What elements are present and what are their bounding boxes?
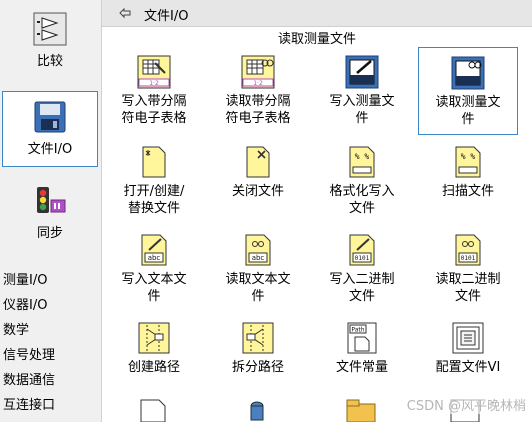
item-label-line: 符电子表格 bbox=[121, 111, 187, 126]
read-measurement-item[interactable]: 读取测量文 件 bbox=[418, 47, 518, 135]
category-comparison[interactable]: 比较 bbox=[2, 8, 98, 76]
item-label-line: 件 bbox=[355, 111, 369, 126]
close-file-icon bbox=[241, 145, 275, 179]
config-file-vis-item[interactable]: 配置文件VI bbox=[418, 318, 518, 378]
scan-file-icon: % % bbox=[451, 145, 485, 179]
icon-text: 0101 bbox=[355, 255, 370, 262]
write-spreadsheet-icon: 1·2 bbox=[137, 55, 171, 89]
category-file-io[interactable]: 文件I/O bbox=[2, 91, 98, 167]
item-label-line: 件 bbox=[251, 289, 265, 304]
item-label-line: 写入带分隔 bbox=[121, 94, 187, 109]
file-io-icon bbox=[33, 100, 67, 134]
build-path-icon bbox=[137, 321, 171, 355]
write-text-icon: abc bbox=[137, 233, 171, 267]
format-file-icon: % % bbox=[345, 145, 379, 179]
read-measurement-icon bbox=[451, 56, 485, 90]
category-label: 文件I/O bbox=[27, 142, 73, 157]
more-icon-1[interactable] bbox=[136, 398, 170, 423]
item-label-line: 件 bbox=[461, 112, 475, 127]
open-file-icon bbox=[137, 145, 171, 179]
item-label-line: 配置文件VI bbox=[435, 360, 501, 375]
icon-text: 1·2 bbox=[253, 80, 263, 87]
open-create-replace-item[interactable]: 打开/创建/ 替换文件 bbox=[104, 142, 204, 226]
list-item-interconnect[interactable]: 互连接口 bbox=[0, 393, 101, 418]
item-label-line: 读取测量文 bbox=[435, 95, 501, 110]
item-label-line: 符电子表格 bbox=[225, 111, 291, 126]
sync-icon bbox=[33, 184, 67, 218]
item-label-line: 拆分路径 bbox=[231, 360, 284, 375]
config-file-icon bbox=[451, 321, 485, 355]
read-spreadsheet-icon: 1·2 bbox=[241, 55, 275, 89]
list-item-math[interactable]: 数学 bbox=[0, 318, 101, 343]
comparison-icon bbox=[33, 12, 67, 46]
list-item-instrument-io[interactable]: 仪器I/O bbox=[0, 293, 101, 318]
strip-path-icon bbox=[241, 321, 275, 355]
file-constants-icon: Path bbox=[345, 321, 379, 355]
item-label-line: 写入文本文 bbox=[121, 272, 187, 287]
file-constants-item[interactable]: Path 文件常量 bbox=[312, 318, 412, 378]
pin-icon[interactable] bbox=[118, 6, 132, 20]
write-measurement-item[interactable]: 写入测量文 件 bbox=[312, 52, 412, 136]
icon-text: abc bbox=[252, 254, 265, 262]
item-label-line: 关闭文件 bbox=[231, 184, 284, 199]
icon-text: % % bbox=[355, 152, 370, 161]
item-label-line: 替换文件 bbox=[127, 201, 180, 216]
item-label-line: 文件常量 bbox=[335, 360, 388, 375]
item-label-line: 扫描文件 bbox=[441, 184, 494, 199]
read-text-icon: abc bbox=[241, 233, 275, 267]
category-panel: 比较 文件I/O 同步 测量I/O 仪器I/O 数学 信号处理 数据通信 互连接… bbox=[0, 0, 102, 422]
write-spreadsheet-item[interactable]: 1·2 写入带分隔 符电子表格 bbox=[104, 52, 204, 136]
format-into-file-item[interactable]: % % 格式化写入 文件 bbox=[312, 142, 412, 226]
write-binary-file-item[interactable]: 0101 写入二进制 文件 bbox=[312, 230, 412, 314]
icon-text: Path bbox=[351, 327, 364, 334]
write-text-file-item[interactable]: abc 写入文本文 件 bbox=[104, 230, 204, 314]
item-label-line: 读取带分隔 bbox=[225, 94, 291, 109]
palette-titlebar: 文件I/O bbox=[102, 0, 532, 27]
icon-text: 0101 bbox=[461, 255, 476, 262]
close-file-item[interactable]: 关闭文件 bbox=[208, 142, 308, 226]
read-binary-icon: 0101 bbox=[451, 233, 485, 267]
item-label-line: 件 bbox=[147, 289, 161, 304]
item-label-line: 文件 bbox=[454, 289, 481, 304]
item-label-line: 打开/创建/ bbox=[123, 184, 185, 199]
item-label-line: 写入测量文 bbox=[329, 94, 395, 109]
hover-tooltip: 读取测量文件 bbox=[277, 32, 356, 47]
category-label: 比较 bbox=[36, 54, 63, 69]
palette-title: 文件I/O bbox=[144, 9, 189, 24]
icon-text: 1·2 bbox=[149, 80, 159, 87]
icon-text: abc bbox=[148, 254, 161, 262]
list-item-signal-processing[interactable]: 信号处理 bbox=[0, 343, 101, 368]
category-list: 测量I/O 仪器I/O 数学 信号处理 数据通信 互连接口 bbox=[0, 268, 101, 418]
list-item-data-comm[interactable]: 数据通信 bbox=[0, 368, 101, 393]
scan-file-item[interactable]: % % 扫描文件 bbox=[418, 142, 518, 226]
item-label-line: 创建路径 bbox=[127, 360, 180, 375]
category-sync[interactable]: 同步 bbox=[2, 180, 98, 248]
strip-path-item[interactable]: 拆分路径 bbox=[208, 318, 308, 378]
icon-text: % % bbox=[461, 152, 476, 161]
more-icon-2[interactable] bbox=[240, 398, 274, 422]
read-binary-file-item[interactable]: 0101 读取二进制 文件 bbox=[418, 230, 518, 314]
item-label-line: 读取二进制 bbox=[435, 272, 501, 287]
watermark: CSDN @风平晚林梢 bbox=[406, 395, 526, 414]
category-label: 同步 bbox=[36, 226, 63, 241]
item-label-line: 格式化写入 bbox=[329, 184, 395, 199]
item-label-line: 写入二进制 bbox=[329, 272, 395, 287]
build-path-item[interactable]: 创建路径 bbox=[104, 318, 204, 378]
read-text-file-item[interactable]: abc 读取文本文 件 bbox=[208, 230, 308, 314]
more-icon-3[interactable] bbox=[344, 398, 378, 423]
item-label-line: 读取文本文 bbox=[225, 272, 291, 287]
list-item-measurement-io[interactable]: 测量I/O bbox=[0, 268, 101, 293]
palette-panel: 文件I/O 读取测量文件 1·2 写入带分隔 符电子表格 1·2 读取带分隔 符… bbox=[102, 0, 532, 423]
write-measurement-icon bbox=[345, 55, 379, 89]
read-spreadsheet-item[interactable]: 1·2 读取带分隔 符电子表格 bbox=[208, 52, 308, 136]
item-label-line: 文件 bbox=[348, 201, 375, 216]
item-label-line: 文件 bbox=[348, 289, 375, 304]
write-binary-icon: 0101 bbox=[345, 233, 379, 267]
